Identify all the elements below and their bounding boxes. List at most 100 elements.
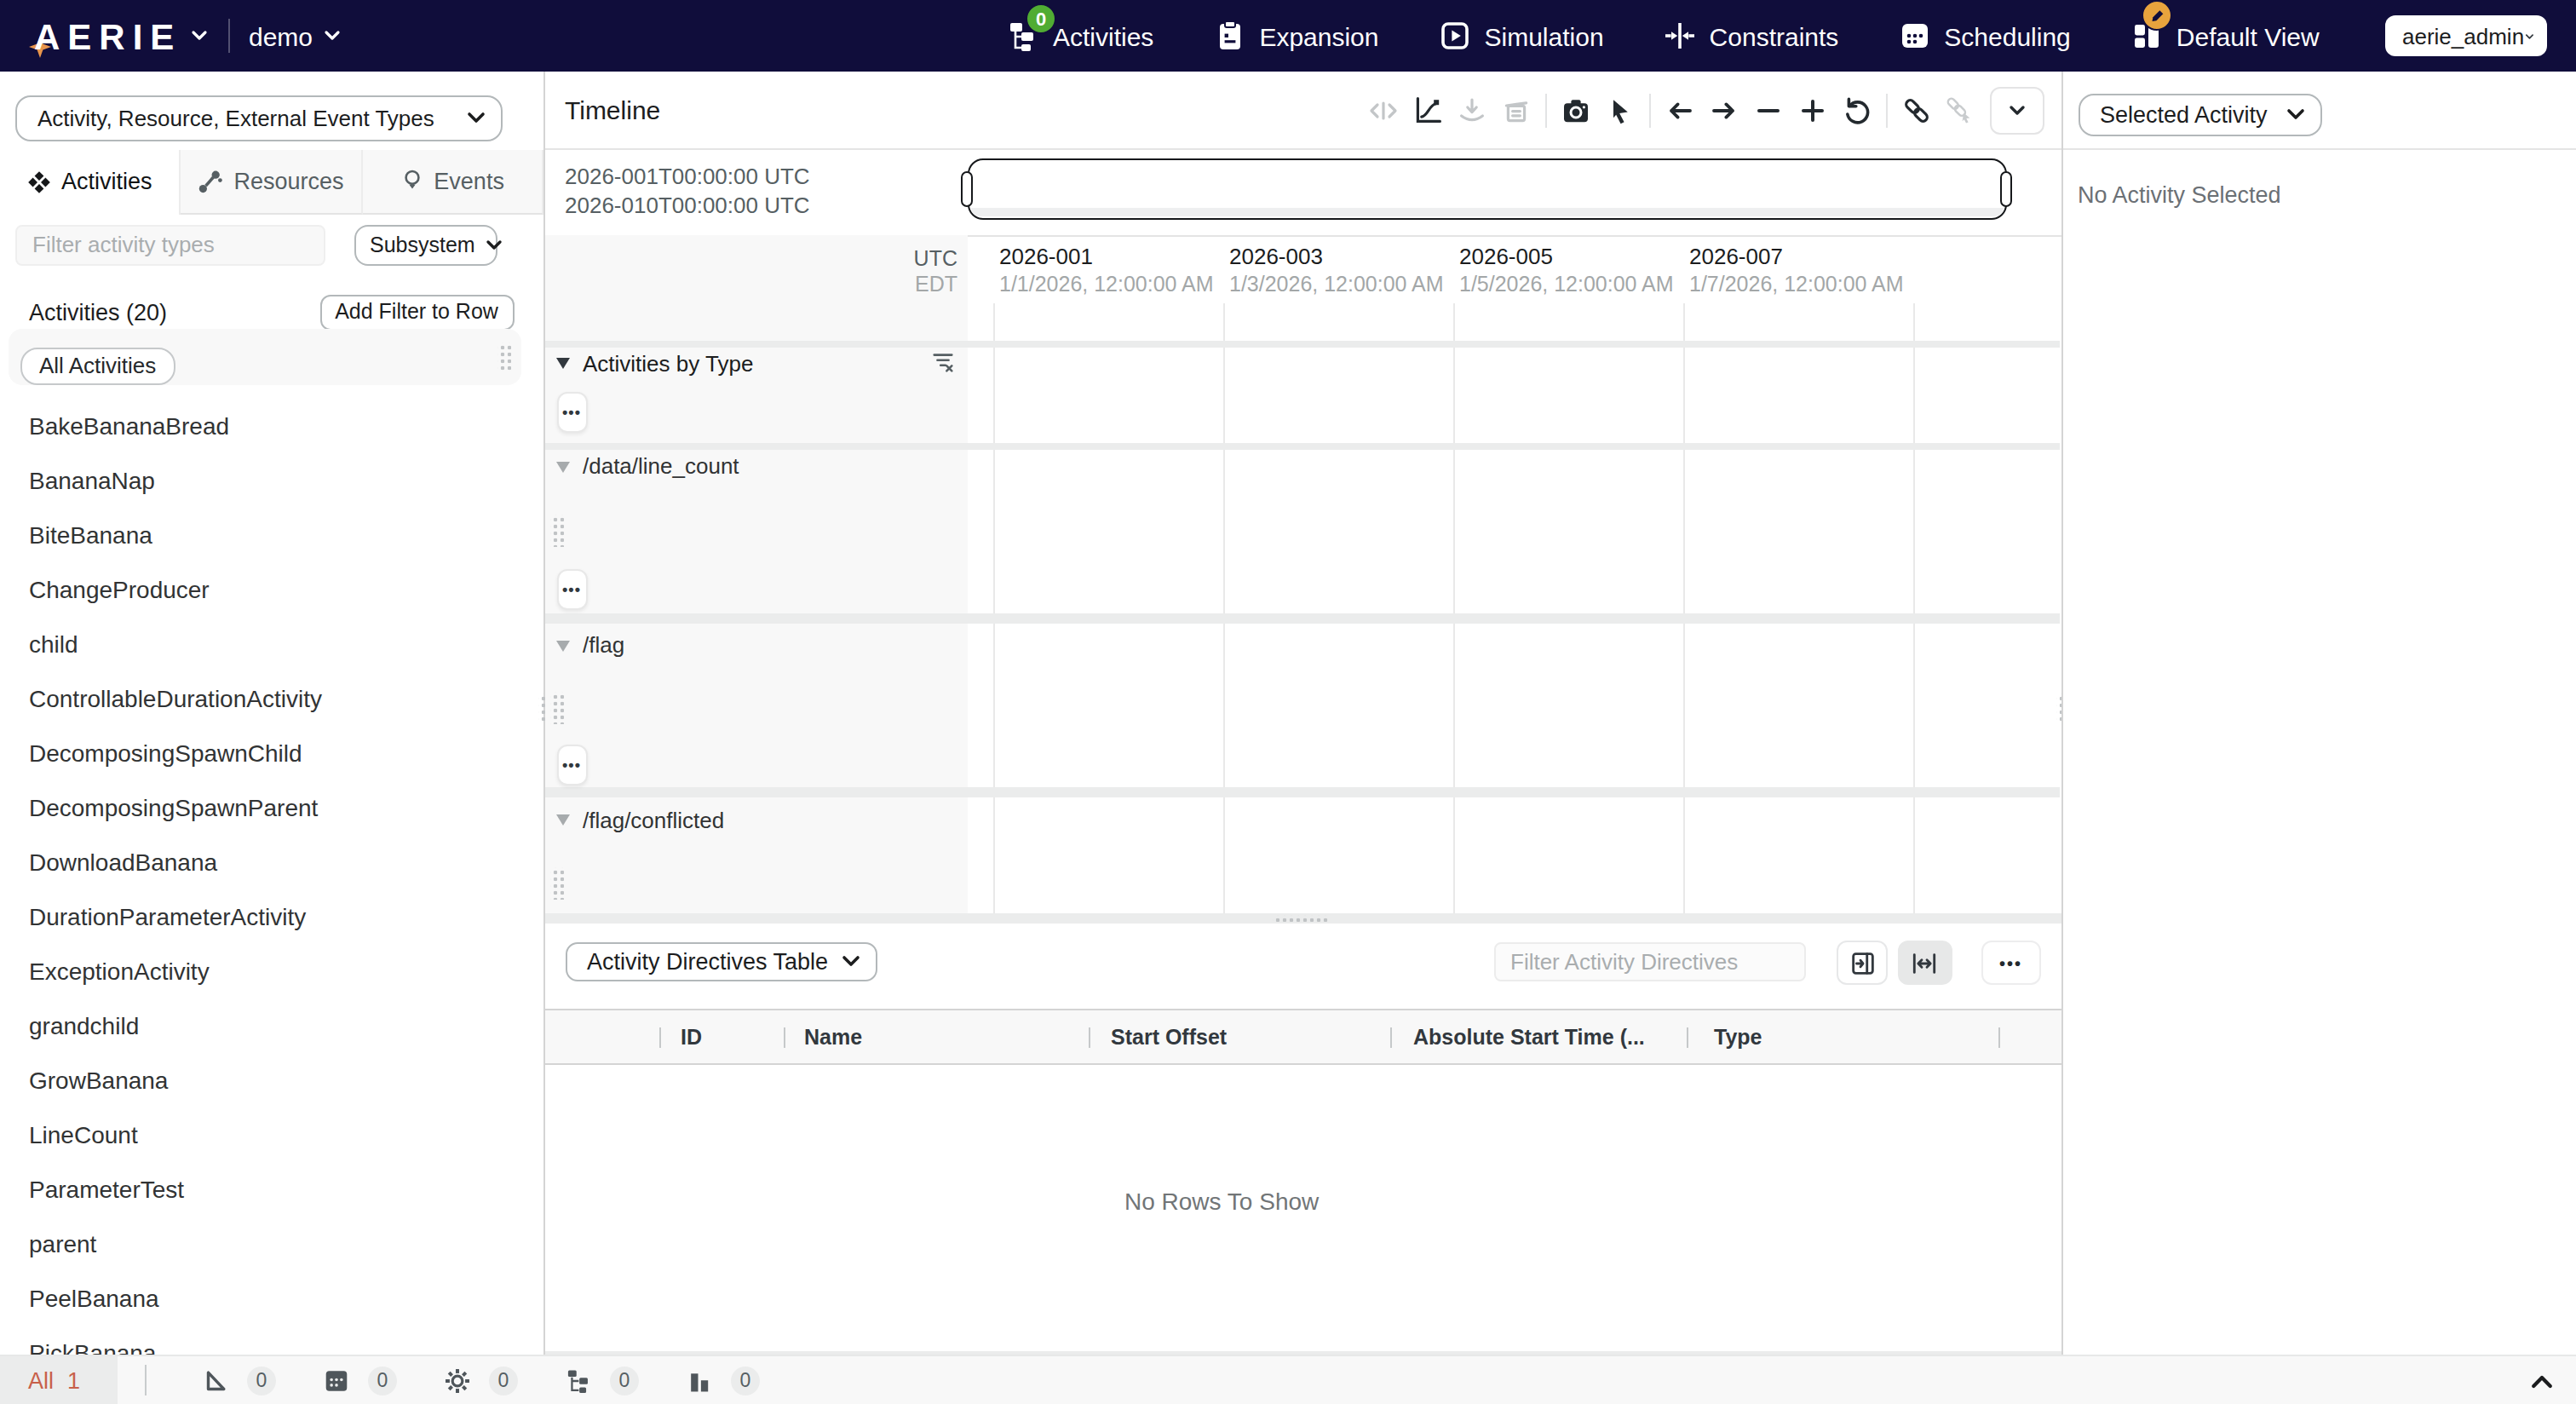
nav-item-simulation[interactable]: Simulation — [1439, 19, 1604, 53]
activity-type-item[interactable]: ParameterTest — [0, 1162, 543, 1217]
left-panel-type-selector[interactable]: Activity, Resource, External Event Types — [15, 95, 503, 141]
activity-type-item[interactable]: parent — [0, 1217, 543, 1271]
status-group-activity-checks[interactable]: 0 — [564, 1366, 639, 1395]
left-panel-resize-handle[interactable] — [538, 693, 545, 722]
activity-type-item[interactable]: DecomposingSpawnParent — [0, 780, 543, 835]
timeline-row-gap — [545, 442, 2060, 449]
row-filter-icon[interactable] — [930, 349, 956, 375]
chip-row-drag-handle[interactable] — [497, 342, 511, 371]
right-panel-view-selector-label: Selected Activity — [2100, 101, 2268, 127]
panel-resize-handle-horizontal[interactable] — [1273, 914, 1329, 921]
table-empty-message: No Rows To Show — [1124, 1187, 1319, 1214]
column-header-id[interactable]: ID — [681, 1025, 702, 1049]
events-tab-icon — [400, 169, 423, 193]
row-drag-handle[interactable] — [549, 866, 563, 899]
timeline-row-label[interactable]: Activities by Type — [555, 348, 753, 378]
row-more-button[interactable]: ••• — [556, 744, 587, 785]
activity-type-item[interactable]: ControllableDurationActivity — [0, 671, 543, 726]
tab-activities[interactable]: Activities — [0, 149, 181, 214]
status-group-simulation[interactable]: 0 — [443, 1366, 518, 1395]
activity-type-item[interactable]: GrowBanana — [0, 1053, 543, 1108]
timeline-gridline — [1912, 303, 1914, 912]
plan-name[interactable]: demo — [249, 22, 313, 51]
all-activities-chip-label: All Activities — [39, 353, 156, 378]
activity-type-item[interactable]: child — [0, 617, 543, 671]
logo-chevron-icon[interactable] — [191, 29, 208, 43]
tab-events[interactable]: Events — [362, 149, 543, 214]
zoom-out-icon[interactable] — [1753, 95, 1784, 125]
timeline-gridline — [1222, 303, 1224, 912]
add-filter-to-row-button[interactable]: Add Filter to Row — [319, 294, 514, 330]
row-drag-handle[interactable] — [549, 515, 563, 547]
all-activities-chip[interactable]: All Activities — [20, 347, 175, 384]
activity-type-item[interactable]: PeelBanana — [0, 1271, 543, 1326]
code-icon[interactable] — [1368, 95, 1399, 125]
add-filter-to-row-label: Add Filter to Row — [335, 300, 498, 324]
activity-type-item[interactable]: BakeBananaBread — [0, 399, 543, 453]
left-panel: Activity, Resource, External Event Types… — [0, 72, 545, 1355]
pan-right-icon[interactable] — [1709, 95, 1739, 125]
user-menu-chevron-icon — [2524, 30, 2533, 42]
column-header-name[interactable]: Name — [804, 1025, 862, 1049]
activity-type-item[interactable]: ExceptionActivity — [0, 944, 543, 998]
right-panel-view-selector[interactable]: Selected Activity — [2078, 93, 2322, 135]
timeline-row-label[interactable]: /flag/conflicted — [555, 804, 724, 835]
unlink-cursor-icon[interactable] — [1946, 95, 1976, 125]
archive-icon[interactable] — [1501, 95, 1532, 125]
screenshot-icon[interactable] — [1561, 95, 1591, 125]
status-bar-expand-icon[interactable] — [2528, 1368, 2556, 1395]
row-more-button[interactable]: ••• — [556, 392, 587, 433]
nav-item-activities[interactable]: 0Activities — [1007, 19, 1153, 53]
status-all-errors[interactable]: All 1 — [0, 1356, 117, 1404]
app-logo[interactable]: AERIE — [34, 17, 181, 58]
row-drag-handle[interactable] — [549, 692, 563, 724]
filter-activity-types-input[interactable] — [15, 225, 325, 265]
toolbar-more-button[interactable] — [1990, 86, 2044, 134]
status-group-scheduling-goals[interactable]: 0 — [322, 1366, 397, 1395]
table-collapse-button[interactable] — [1837, 941, 1888, 985]
status-groups: 0 0 0 0 0 — [201, 1356, 760, 1404]
nav-item-default-view[interactable]: Default View — [2130, 19, 2320, 53]
tab-resources[interactable]: Resources — [181, 149, 363, 214]
row-more-button[interactable]: ••• — [556, 569, 587, 610]
scheduling-icon — [1898, 19, 1932, 53]
reset-zoom-icon[interactable] — [1842, 95, 1872, 125]
timeline-row-label[interactable]: /data/line_count — [555, 451, 739, 481]
link-icon[interactable] — [1901, 95, 1932, 125]
edit-chart-icon[interactable] — [1412, 95, 1443, 125]
brush-handle-left[interactable] — [961, 170, 973, 206]
nav-item-expansion[interactable]: Expansion — [1213, 19, 1378, 53]
activity-type-item[interactable]: ChangeProducer — [0, 562, 543, 617]
activity-type-item[interactable]: DecomposingSpawnChild — [0, 726, 543, 780]
zoom-in-icon[interactable] — [1797, 95, 1828, 125]
pan-left-icon[interactable] — [1665, 95, 1695, 125]
activity-type-item[interactable]: BiteBanana — [0, 508, 543, 562]
table-menu-button[interactable]: ••• — [1981, 941, 2040, 985]
table-fit-columns-button[interactable] — [1898, 941, 1952, 985]
user-menu-label: aerie_admin — [2402, 23, 2524, 49]
nav-item-scheduling[interactable]: Scheduling — [1898, 19, 2070, 53]
timeline-brush[interactable] — [967, 158, 2006, 219]
table-view-selector[interactable]: Activity Directives Table — [565, 941, 877, 981]
subsystem-selector[interactable]: Subsystem — [354, 225, 497, 265]
column-header-start-offset[interactable]: Start Offset — [1111, 1025, 1227, 1049]
activity-type-item[interactable]: PickBanana — [0, 1326, 543, 1355]
status-group-analysis[interactable]: 0 — [685, 1366, 760, 1395]
activity-type-item[interactable]: LineCount — [0, 1108, 543, 1162]
activity-type-item[interactable]: DownloadBanana — [0, 835, 543, 889]
user-menu[interactable]: aerie_admin — [2385, 15, 2547, 56]
activity-type-item[interactable]: BananaNap — [0, 453, 543, 508]
download-icon[interactable] — [1457, 95, 1487, 125]
activity-type-item[interactable]: grandchild — [0, 998, 543, 1053]
cursor-icon[interactable] — [1605, 95, 1636, 125]
plan-chevron-icon[interactable] — [324, 29, 341, 43]
activity-type-item[interactable]: DurationParameterActivity — [0, 889, 543, 944]
status-simulation-icon — [443, 1366, 472, 1395]
timeline-row-label[interactable]: /flag — [555, 630, 624, 660]
filter-activity-directives-input[interactable] — [1493, 941, 1806, 981]
column-header-type[interactable]: Type — [1714, 1025, 1762, 1049]
column-header-absolute-start-time-[interactable]: Absolute Start Time (... — [1413, 1025, 1645, 1049]
status-group-violations[interactable]: 0 — [201, 1366, 276, 1395]
brush-handle-right[interactable] — [2000, 170, 2012, 206]
nav-item-constraints[interactable]: Constraints — [1664, 19, 1839, 53]
